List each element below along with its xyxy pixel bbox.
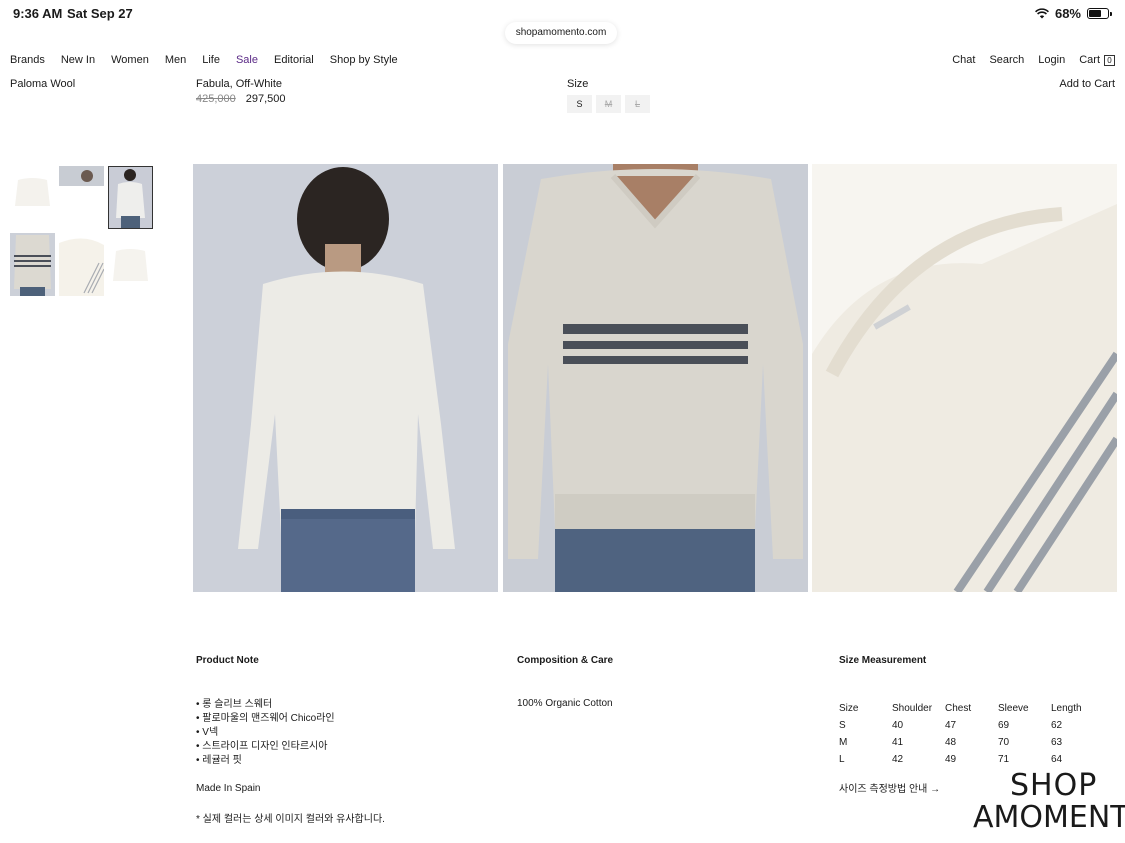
main-nav: Brands New In Women Men Life Sale Editor… [10, 54, 398, 66]
size-option-s[interactable]: S [567, 95, 592, 113]
thumbnail-6[interactable] [108, 233, 153, 296]
table-cell: 70 [998, 737, 1010, 748]
table-cell: S [839, 720, 846, 731]
product-image-back[interactable] [193, 164, 498, 592]
wifi-icon [1035, 8, 1049, 19]
product-note-list: • 롱 슬리브 스웨터 • 팔로마울의 맨즈웨어 Chico라인 • V넥 • … [196, 698, 335, 768]
size-label: Size [567, 78, 589, 90]
add-to-cart-button[interactable]: Add to Cart [1059, 78, 1115, 90]
status-date: Sat Sep 27 [67, 6, 133, 21]
nav-right: Chat Search Login Cart 0 [952, 54, 1115, 66]
search-link[interactable]: Search [989, 54, 1024, 66]
table-cell: M [839, 737, 848, 748]
thumbnail-2[interactable] [59, 166, 104, 229]
list-item: • V넥 [196, 727, 219, 738]
list-item: • 롱 슬리브 스웨터 [196, 699, 273, 710]
status-time: 9:36 AM [13, 6, 63, 21]
table-header: Shoulder [892, 703, 933, 714]
list-item: • 스트라이프 디자인 인타르시아 [196, 741, 328, 752]
table-header: Sleeve [998, 703, 1029, 714]
composition-title: Composition & Care [517, 655, 614, 666]
nav-life[interactable]: Life [202, 54, 220, 66]
nav-brands[interactable]: Brands [10, 54, 45, 66]
table-header: Length [1051, 703, 1082, 714]
cart-label: Cart [1079, 54, 1100, 66]
product-note-title: Product Note [196, 655, 259, 666]
thumbnail-4[interactable] [10, 233, 55, 296]
table-cell: 63 [1051, 737, 1063, 748]
table-header-row: Size Shoulder Chest Sleeve Length [839, 700, 1104, 717]
product-image-detail[interactable] [812, 164, 1117, 592]
table-header: Chest [945, 703, 972, 714]
table-cell: 40 [892, 720, 904, 731]
chat-link[interactable]: Chat [952, 54, 975, 66]
table-header: Size [839, 703, 859, 714]
nav-sale[interactable]: Sale [236, 54, 258, 66]
brand-name[interactable]: Paloma Wool [10, 78, 75, 90]
table-row: M 41 48 70 63 [839, 734, 1104, 751]
thumbnail-grid [10, 166, 153, 296]
table-cell: 47 [945, 720, 957, 731]
table-cell: 64 [1051, 754, 1063, 765]
size-option-l[interactable]: L [625, 95, 650, 113]
old-price: 425,000 [196, 93, 236, 105]
composition-text: 100% Organic Cotton [517, 698, 613, 709]
product-name: Fabula, Off-White [196, 78, 282, 90]
table-cell: L [839, 754, 845, 765]
battery-percent: 68% [1054, 6, 1081, 21]
table-cell: 62 [1051, 720, 1063, 731]
color-disclaimer: * 실제 컬러는 상세 이미지 컬러와 유사합니다. [196, 814, 385, 825]
nav-new-in[interactable]: New In [61, 54, 95, 66]
url-bar[interactable]: shopamomento.com [505, 22, 617, 44]
price: 425,000 297,500 [196, 93, 286, 105]
list-item: • 팔로마울의 맨즈웨어 Chico라인 [196, 713, 335, 724]
cart-count: 0 [1104, 54, 1115, 66]
nav-shop-by-style[interactable]: Shop by Style [330, 54, 398, 66]
logo-line-2: AMOMENTO, [973, 800, 1125, 835]
battery-icon [1087, 8, 1112, 19]
login-link[interactable]: Login [1038, 54, 1065, 66]
size-option-m[interactable]: M [596, 95, 621, 113]
thumbnail-3[interactable] [108, 166, 153, 229]
size-table: Size Shoulder Chest Sleeve Length S 40 4… [839, 700, 1104, 768]
thumbnail-5[interactable] [59, 233, 104, 296]
list-item: • 레귤러 핏 [196, 755, 242, 766]
made-in: Made In Spain [196, 783, 261, 794]
table-cell: 71 [998, 754, 1010, 765]
table-cell: 41 [892, 737, 904, 748]
table-row: L 42 49 71 64 [839, 751, 1104, 768]
table-cell: 69 [998, 720, 1010, 731]
shop-amomento-logo[interactable]: SHOP AMOMENTO, [970, 768, 1125, 843]
sale-price: 297,500 [245, 93, 286, 105]
table-row: S 40 47 69 62 [839, 717, 1104, 734]
nav-editorial[interactable]: Editorial [274, 54, 314, 66]
product-image-front[interactable] [503, 164, 808, 592]
logo-line-1: SHOP [1010, 768, 1098, 803]
table-cell: 49 [945, 754, 957, 765]
nav-women[interactable]: Women [111, 54, 149, 66]
table-cell: 48 [945, 737, 957, 748]
size-guide-link[interactable]: 사이즈 측정방법 안내 → [839, 780, 940, 795]
nav-men[interactable]: Men [165, 54, 186, 66]
size-measurement-title: Size Measurement [839, 655, 927, 666]
status-right: 68% [1035, 6, 1112, 21]
size-options: S M L [567, 95, 650, 113]
cart-link[interactable]: Cart 0 [1079, 54, 1115, 66]
table-cell: 42 [892, 754, 904, 765]
thumbnail-1[interactable] [10, 166, 55, 229]
